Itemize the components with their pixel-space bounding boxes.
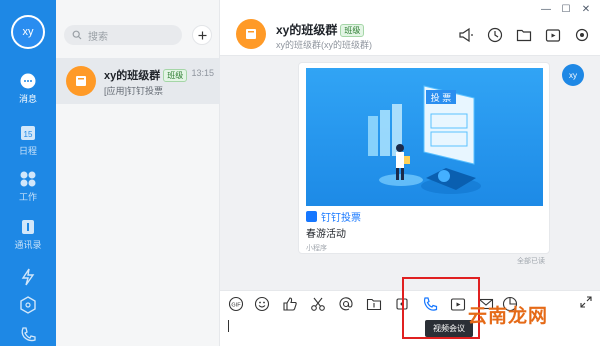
calendar-day: 15 xyxy=(24,130,33,139)
announcement-icon[interactable] xyxy=(458,27,474,43)
poll-card-image: 投 票 xyxy=(306,68,543,206)
poll-card-title: 春游活动 xyxy=(306,229,346,240)
rail-item-calendar[interactable]: 15 日程 xyxy=(0,124,56,157)
expand-icon[interactable] xyxy=(580,296,592,308)
at-icon[interactable] xyxy=(338,296,354,312)
contacts-icon xyxy=(22,220,34,234)
conversation-name: xy的班级群 班级 xyxy=(104,67,188,83)
rail-item-label: 通讯录 xyxy=(14,240,42,250)
chat-bubble-icon xyxy=(20,73,36,89)
rail-item-label: 消息 xyxy=(18,94,37,104)
phone-icon xyxy=(21,327,36,342)
rail-item-phone[interactable] xyxy=(0,326,56,346)
message-input-caret[interactable] xyxy=(228,320,229,332)
conversation-item[interactable]: xy的班级群 班级 13:15 [应用]钉钉投票 xyxy=(56,58,220,104)
left-rail: xy 消息 15 日程 工作 通讯录 xyxy=(0,0,56,346)
user-avatar[interactable]: xy xyxy=(11,15,45,49)
video-call-tooltip: 视频会议 xyxy=(425,320,473,337)
search-icon xyxy=(72,30,82,40)
plus-icon xyxy=(198,31,206,39)
group-avatar xyxy=(66,66,96,96)
chat-avatar-group[interactable] xyxy=(236,19,266,49)
rail-item-work[interactable]: 工作 xyxy=(0,170,56,203)
add-button[interactable] xyxy=(192,25,212,45)
class-badge: 班级 xyxy=(340,24,365,37)
svg-text:GIF: GIF xyxy=(231,303,241,309)
gif-icon[interactable]: GIF xyxy=(228,296,244,312)
poll-card-brand-text: 钉钉投票 xyxy=(321,213,361,224)
maximize-button[interactable]: ☐ xyxy=(558,4,574,18)
settings-icon[interactable] xyxy=(574,27,590,43)
rail-item-label: 工作 xyxy=(18,192,37,202)
close-button[interactable]: ✕ xyxy=(578,4,594,18)
chat-panel: — ☐ ✕ xy的班级群 班级 xy的班级群(xy的班级群) xy 投 票 钉钉… xyxy=(220,0,600,346)
thumbs-up-icon[interactable] xyxy=(282,296,298,312)
poll-card[interactable]: 投 票 钉钉投票 春游活动 小程序 xyxy=(298,62,550,254)
class-badge: 班级 xyxy=(163,69,188,82)
conversation-name-text: xy的班级群 xyxy=(104,70,161,82)
read-status[interactable]: 全部已读 xyxy=(517,256,545,266)
poll-card-footer: 小程序 xyxy=(306,245,327,252)
search-placeholder: 搜索 xyxy=(88,31,108,43)
cube-icon xyxy=(20,296,36,314)
folder-icon[interactable] xyxy=(366,296,382,312)
rail-item-contacts[interactable]: 通讯录 xyxy=(0,218,56,251)
poll-illustration: 投 票 xyxy=(368,85,481,194)
conversation-list: 搜索 xy的班级群 班级 13:15 [应用]钉钉投票 xyxy=(56,0,220,346)
poll-card-brand: 钉钉投票 xyxy=(306,209,361,224)
rail-item-messages[interactable]: 消息 xyxy=(0,72,56,105)
poll-image-label: 投 票 xyxy=(431,92,452,103)
grid-icon xyxy=(20,171,36,187)
search-input[interactable]: 搜索 xyxy=(64,25,182,45)
live-icon[interactable] xyxy=(545,27,561,43)
history-icon[interactable] xyxy=(487,27,503,43)
book-icon xyxy=(246,29,256,39)
minimize-button[interactable]: — xyxy=(538,4,554,18)
chat-header: — ☐ ✕ xy的班级群 班级 xy的班级群(xy的班级群) xyxy=(220,0,600,56)
site-watermark: 云南龙网 xyxy=(468,306,549,327)
sender-avatar[interactable]: xy xyxy=(562,64,584,86)
conversation-time: 13:15 xyxy=(191,68,214,78)
calendar-icon: 15 xyxy=(21,126,35,140)
folder-icon[interactable] xyxy=(516,27,532,43)
dingtalk-poll-logo-icon xyxy=(306,211,317,222)
chat-title[interactable]: xy的班级群 班级 xyxy=(276,21,365,38)
emoji-icon[interactable] xyxy=(254,296,270,312)
scissors-icon[interactable] xyxy=(310,296,326,312)
rail-item-label: 日程 xyxy=(18,146,37,156)
lightning-icon xyxy=(21,268,35,286)
rail-item-lightning[interactable] xyxy=(0,268,56,288)
user-avatar-text: xy xyxy=(22,26,34,38)
rail-item-cube[interactable] xyxy=(0,296,56,316)
chat-subtitle: xy的班级群(xy的班级群) xyxy=(276,40,372,50)
chat-title-text: xy的班级群 xyxy=(276,23,338,37)
conversation-preview: [应用]钉钉投票 xyxy=(104,86,164,96)
book-icon xyxy=(76,76,86,86)
